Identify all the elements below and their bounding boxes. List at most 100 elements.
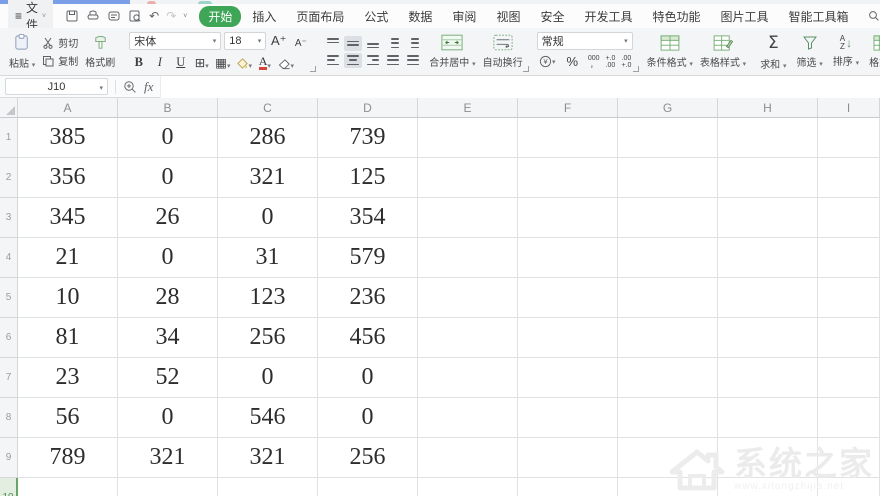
select-all-corner[interactable] xyxy=(0,98,18,118)
format-painter-button[interactable]: 格式刷 xyxy=(85,34,115,69)
cell-E7[interactable] xyxy=(418,358,518,398)
cell-D9[interactable]: 256 xyxy=(318,438,418,478)
column-header-D[interactable]: D xyxy=(318,98,418,118)
currency-button[interactable]: ¥ ▾ xyxy=(538,53,557,71)
column-header-H[interactable]: H xyxy=(718,98,818,118)
column-header-G[interactable]: G xyxy=(618,98,718,118)
cell-B10[interactable] xyxy=(118,478,218,496)
increase-indent-button[interactable] xyxy=(404,36,422,51)
align-bottom-button[interactable] xyxy=(364,36,382,51)
sum-button[interactable]: Σ 求和 ▾ xyxy=(760,33,786,71)
font-name-select[interactable]: 宋体 ▾ xyxy=(129,32,222,50)
format-button[interactable]: 格式 ▾ xyxy=(869,34,880,69)
cell-E5[interactable] xyxy=(418,278,518,318)
column-header-C[interactable]: C xyxy=(218,98,318,118)
menu-tab-公式[interactable]: 公式 xyxy=(355,6,397,27)
cell-B8[interactable]: 0 xyxy=(118,398,218,438)
cut-button[interactable]: 剪切 xyxy=(42,35,78,50)
cell-F3[interactable] xyxy=(518,198,618,238)
cell-E8[interactable] xyxy=(418,398,518,438)
cell-I3[interactable] xyxy=(818,198,880,238)
column-header-B[interactable]: B xyxy=(118,98,218,118)
cell-I7[interactable] xyxy=(818,358,880,398)
cell-G8[interactable] xyxy=(618,398,718,438)
align-right-button[interactable] xyxy=(364,53,382,68)
redo-button[interactable]: ↷ xyxy=(166,10,176,22)
cell-F2[interactable] xyxy=(518,158,618,198)
conditional-format-button[interactable]: 条件格式 ▾ xyxy=(647,34,693,69)
cell-B5[interactable]: 28 xyxy=(118,278,218,318)
row-header-4[interactable]: 4 xyxy=(0,238,18,278)
cell-A5[interactable]: 10 xyxy=(18,278,118,318)
cell-H2[interactable] xyxy=(718,158,818,198)
menu-tab-审阅[interactable]: 审阅 xyxy=(443,6,485,27)
row-header-6[interactable]: 6 xyxy=(0,318,18,358)
bold-button[interactable]: B xyxy=(129,53,148,71)
cell-H3[interactable] xyxy=(718,198,818,238)
cell-B6[interactable]: 34 xyxy=(118,318,218,358)
print-preview-button[interactable] xyxy=(128,9,142,23)
fx-icon[interactable]: fx xyxy=(144,79,153,95)
customize-toolbar-icon[interactable]: ˅ xyxy=(183,13,187,20)
menu-tab-页面布局[interactable]: 页面布局 xyxy=(287,6,353,27)
merge-center-button[interactable]: 合并居中 ▾ xyxy=(429,34,476,69)
cell-D5[interactable]: 236 xyxy=(318,278,418,318)
cell-F7[interactable] xyxy=(518,358,618,398)
row-header-9[interactable]: 9 xyxy=(0,438,18,478)
cell-C5[interactable]: 123 xyxy=(218,278,318,318)
cell-C1[interactable]: 286 xyxy=(218,118,318,158)
font-color-button[interactable]: A ▾ xyxy=(255,53,274,71)
increase-font-button[interactable]: A⁺ xyxy=(269,32,288,50)
cell-G1[interactable] xyxy=(618,118,718,158)
cell-C4[interactable]: 31 xyxy=(218,238,318,278)
cell-H5[interactable] xyxy=(718,278,818,318)
align-center-button[interactable] xyxy=(344,52,363,68)
zoom-formula-icon[interactable] xyxy=(123,80,137,94)
cell-F1[interactable] xyxy=(518,118,618,158)
menu-tab-数据[interactable]: 数据 xyxy=(399,6,441,27)
cell-I8[interactable] xyxy=(818,398,880,438)
cell-F9[interactable] xyxy=(518,438,618,478)
cell-A9[interactable]: 789 xyxy=(18,438,118,478)
cell-H6[interactable] xyxy=(718,318,818,358)
cell-C8[interactable]: 546 xyxy=(218,398,318,438)
menu-tab-特色功能[interactable]: 特色功能 xyxy=(643,6,709,27)
menu-tab-插入[interactable]: 插入 xyxy=(243,6,285,27)
cell-D2[interactable]: 125 xyxy=(318,158,418,198)
sort-button[interactable]: AZ ↓ 排序 ▾ xyxy=(833,35,859,69)
cell-B4[interactable]: 0 xyxy=(118,238,218,278)
cell-E9[interactable] xyxy=(418,438,518,478)
cell-D7[interactable]: 0 xyxy=(318,358,418,398)
row-header-10[interactable]: 10 xyxy=(0,478,18,496)
row-header-2[interactable]: 2 xyxy=(0,158,18,198)
cell-G7[interactable] xyxy=(618,358,718,398)
column-header-A[interactable]: A xyxy=(18,98,118,118)
cell-E2[interactable] xyxy=(418,158,518,198)
cell-I1[interactable] xyxy=(818,118,880,158)
menu-tab-开发工具[interactable]: 开发工具 xyxy=(575,6,641,27)
cell-B1[interactable]: 0 xyxy=(118,118,218,158)
cell-B2[interactable]: 0 xyxy=(118,158,218,198)
menu-tab-开始[interactable]: 开始 xyxy=(199,5,242,27)
menu-tab-智能工具箱[interactable]: 智能工具箱 xyxy=(780,6,858,27)
menu-tab-视图[interactable]: 视图 xyxy=(487,6,529,27)
filter-button[interactable]: 筛选 ▾ xyxy=(796,35,823,69)
menu-tab-安全[interactable]: 安全 xyxy=(531,6,573,27)
cell-C2[interactable]: 321 xyxy=(218,158,318,198)
row-header-8[interactable]: 8 xyxy=(0,398,18,438)
save-button[interactable] xyxy=(65,9,79,23)
cell-F6[interactable] xyxy=(518,318,618,358)
cell-D4[interactable]: 579 xyxy=(318,238,418,278)
cell-E4[interactable] xyxy=(418,238,518,278)
comma-style-button[interactable]: 000， xyxy=(588,55,600,69)
cell-G3[interactable] xyxy=(618,198,718,238)
cell-I2[interactable] xyxy=(818,158,880,198)
cell-C9[interactable]: 321 xyxy=(218,438,318,478)
percent-button[interactable]: % xyxy=(563,53,582,71)
cell-H1[interactable] xyxy=(718,118,818,158)
cell-E6[interactable] xyxy=(418,318,518,358)
cell-G2[interactable] xyxy=(618,158,718,198)
cell-E3[interactable] xyxy=(418,198,518,238)
cell-G5[interactable] xyxy=(618,278,718,318)
print-button[interactable] xyxy=(86,9,100,23)
